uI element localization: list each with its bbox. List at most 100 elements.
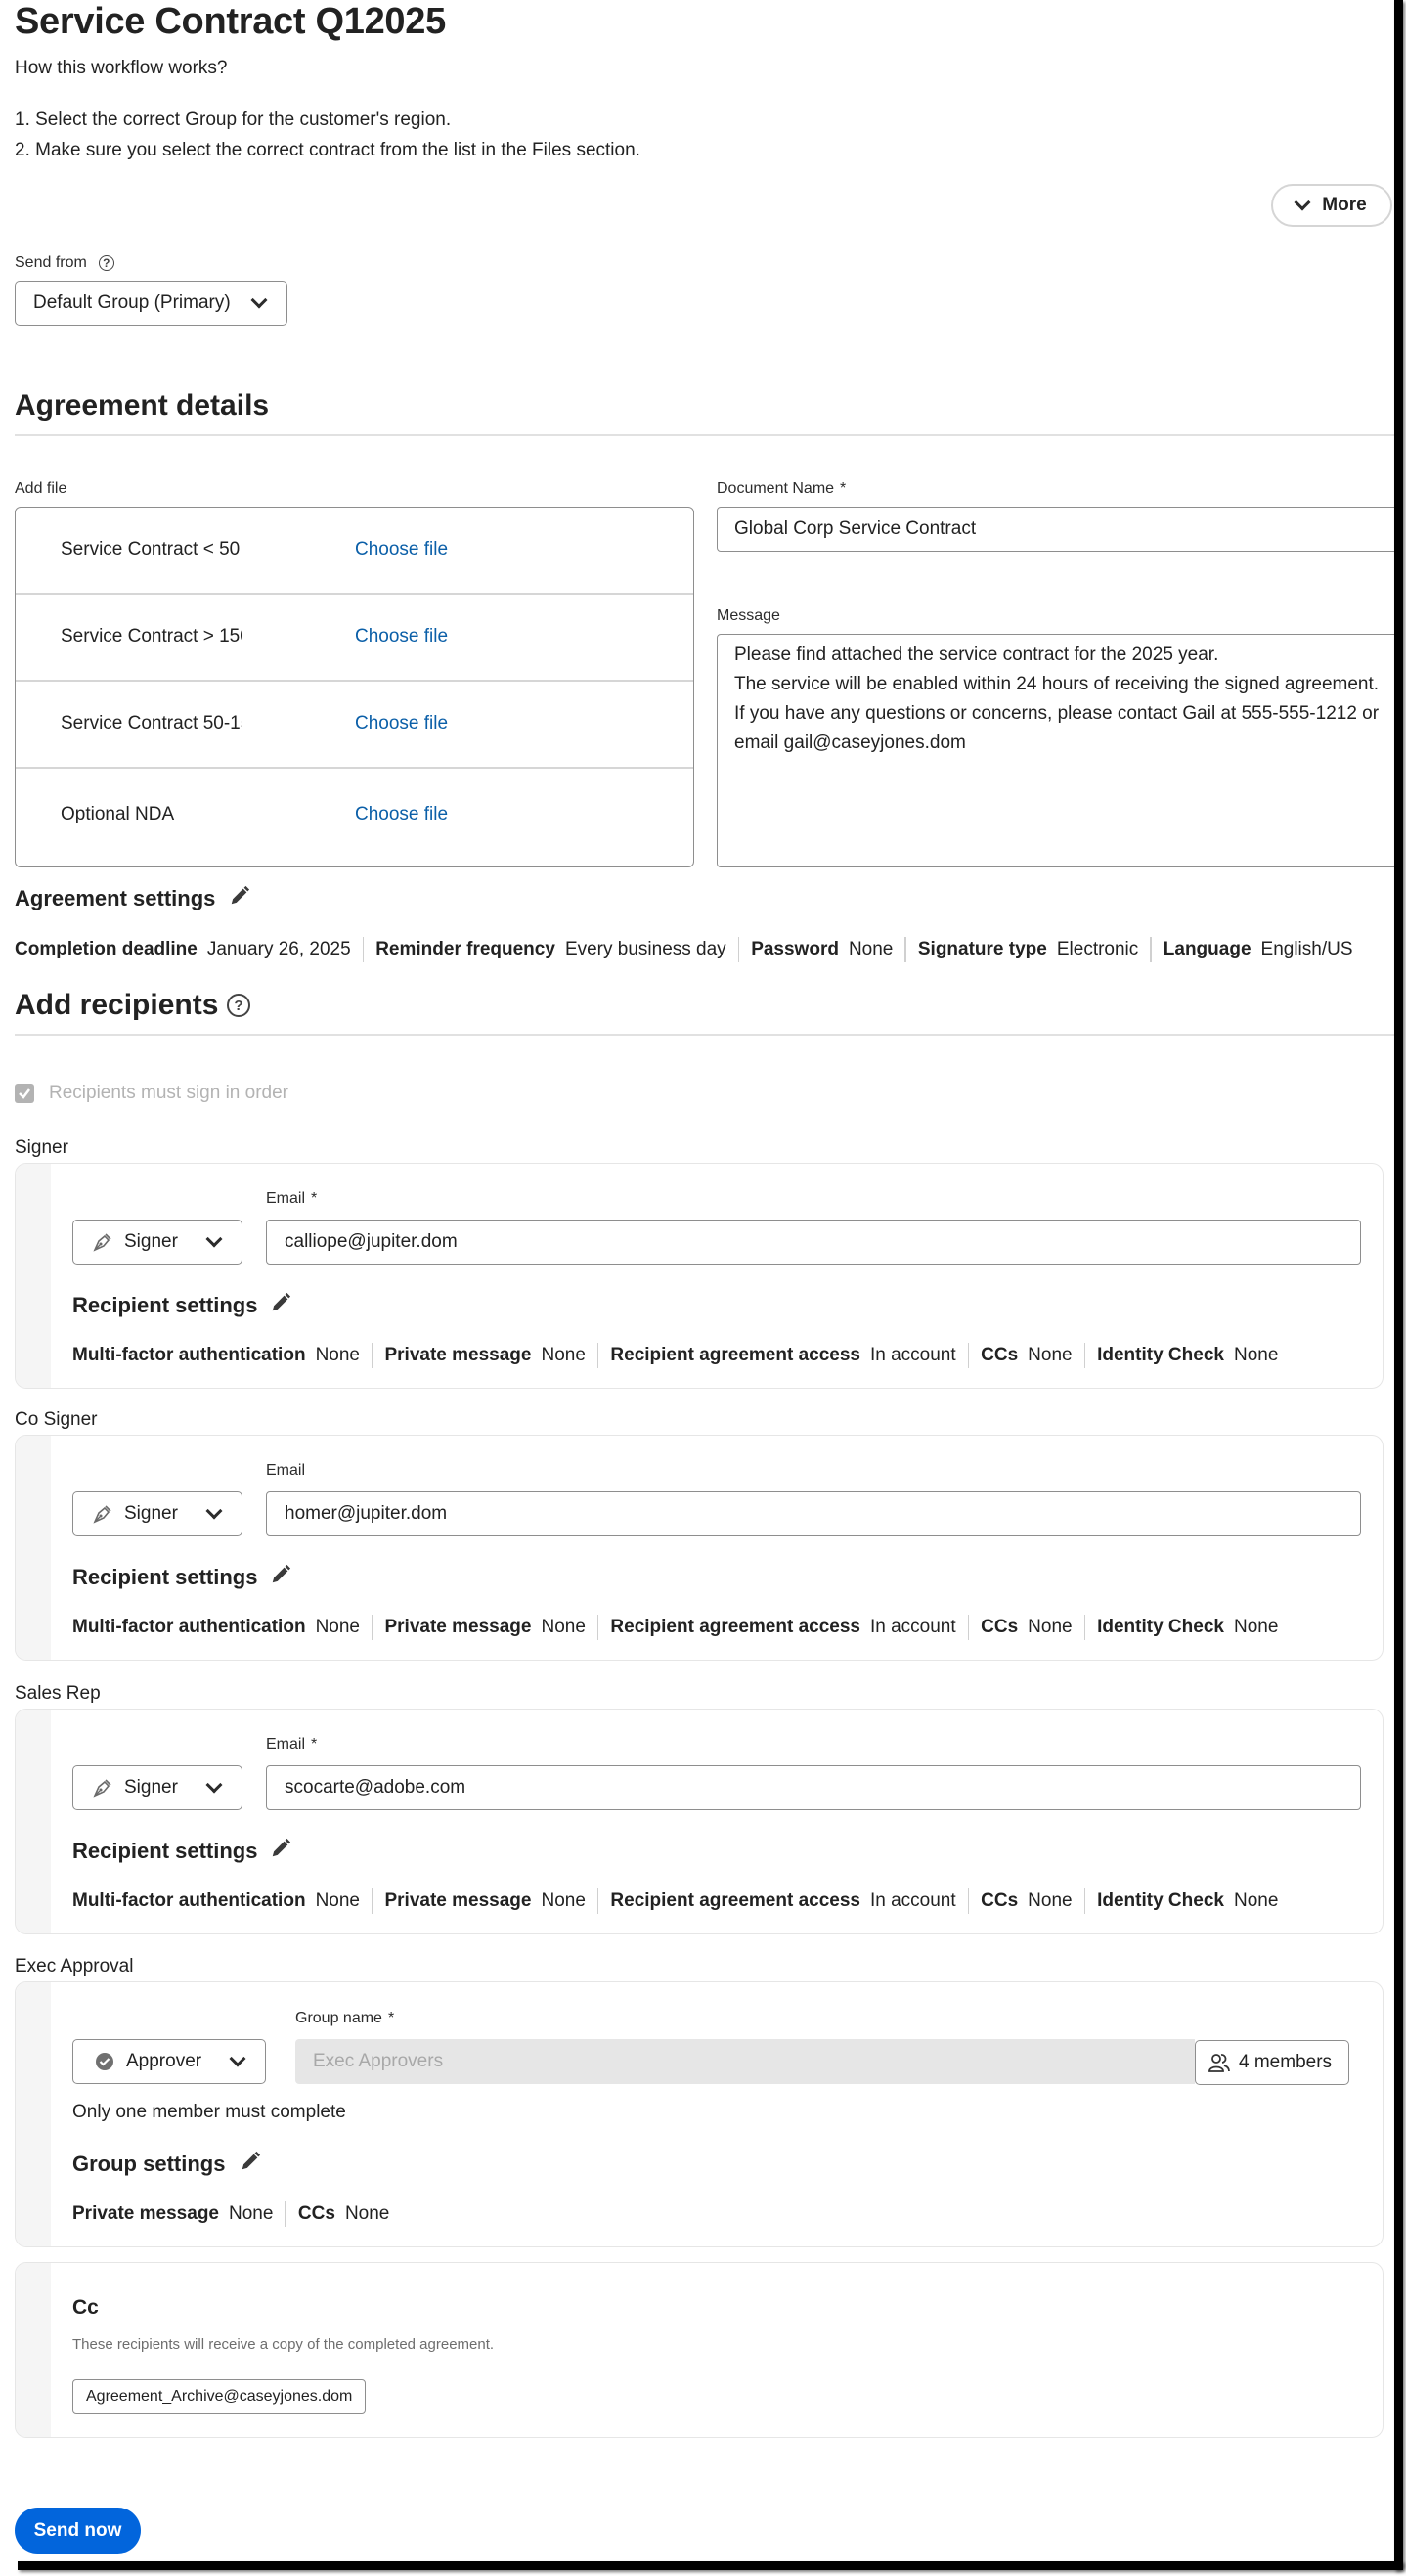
section-divider <box>15 1034 1394 1036</box>
setting-key: CCs <box>981 1617 1019 1637</box>
file-list: Service Contract < 50 Choose file Servic… <box>15 507 694 867</box>
setting-value: None <box>315 1890 360 1911</box>
choose-file-link[interactable]: Choose file <box>355 713 448 734</box>
setting-key: Language <box>1163 939 1252 959</box>
setting-value: None <box>1233 1890 1279 1911</box>
email-input[interactable]: scocarte@adobe.com <box>266 1765 1361 1810</box>
divider <box>371 1615 373 1640</box>
send-from-label-row: Send from ? <box>15 253 114 273</box>
divider <box>596 1343 599 1368</box>
divider <box>371 1343 373 1368</box>
recipient-settings-heading: Recipient settings <box>72 1293 258 1317</box>
setting-key: Completion deadline <box>15 939 198 959</box>
role-dropdown[interactable]: Approver <box>72 2039 266 2084</box>
card-strip <box>16 2263 51 2437</box>
window-frame-edge <box>18 2561 1403 2570</box>
edit-pencil-icon[interactable] <box>240 2151 261 2172</box>
card-strip <box>16 1436 51 1660</box>
role-dropdown[interactable]: Signer <box>72 1491 242 1536</box>
setting-key: CCs <box>981 1345 1019 1365</box>
group-name-label-text: Group name <box>295 2010 382 2026</box>
group-settings-heading: Group settings <box>72 2152 226 2176</box>
cc-card: Cc These recipients will receive a copy … <box>15 2262 1384 2438</box>
email-input[interactable]: homer@jupiter.dom <box>266 1491 1361 1536</box>
chevron-down-icon <box>1294 194 1311 211</box>
edit-pencil-icon[interactable] <box>270 1838 291 1859</box>
file-row: Service Contract < 50 Choose file <box>16 508 693 595</box>
checkmark-icon <box>19 1088 30 1099</box>
send-now-button[interactable]: Send now <box>15 2508 141 2554</box>
setting-value: None <box>315 1345 360 1365</box>
divider <box>967 1888 970 1914</box>
setting-key: Private message <box>384 1345 532 1365</box>
document-name-input[interactable]: Global Corp Service Contract <box>717 507 1401 552</box>
setting-value: In account <box>869 1890 956 1911</box>
setting-key: Reminder frequency <box>375 939 555 959</box>
window-frame-edge <box>1394 0 1403 2570</box>
message-line: The service will be enabled within 24 ho… <box>734 674 1380 694</box>
group-name-input[interactable]: Exec Approvers <box>295 2039 1195 2084</box>
more-button[interactable]: More <box>1271 184 1392 227</box>
agreement-settings-row: Completion deadline January 26, 2025 Remi… <box>15 937 1365 962</box>
document-name-label-text: Document Name <box>717 480 835 497</box>
cc-description: These recipients will receive a copy of … <box>72 2336 495 2353</box>
email-input[interactable]: calliope@jupiter.dom <box>266 1220 1361 1265</box>
divider <box>904 937 906 962</box>
setting-key: Identity Check <box>1097 1890 1224 1911</box>
choose-file-link[interactable]: Choose file <box>355 626 448 647</box>
completion-note: Only one member must complete <box>72 2102 346 2122</box>
cc-email: Agreement_Archive@caseyjones.dom <box>86 2387 353 2405</box>
signer-pen-icon <box>93 1779 111 1798</box>
recipient-settings-row: Multi-factor authentication None Private m… <box>72 1615 1290 1640</box>
setting-value: None <box>1233 1345 1279 1365</box>
sign-in-order-checkbox[interactable] <box>15 1084 34 1103</box>
agreement-settings-heading: Agreement settings <box>15 886 216 910</box>
edit-pencil-icon[interactable] <box>270 1292 291 1313</box>
message-textarea[interactable]: Please find attached the service contrac… <box>717 634 1401 867</box>
group-settings-row: Private message None CCs None <box>72 2201 401 2227</box>
setting-key: Recipient agreement access <box>610 1890 860 1911</box>
role-dropdown[interactable]: Signer <box>72 1765 242 1810</box>
add-file-label: Add file <box>15 480 67 497</box>
setting-key: CCs <box>297 2203 335 2224</box>
approver-check-icon <box>96 2053 113 2070</box>
help-icon[interactable]: ? <box>98 255 114 271</box>
divider <box>1083 1615 1086 1640</box>
send-from-label: Send from <box>15 254 87 271</box>
edit-pencil-icon[interactable] <box>229 885 250 907</box>
group-name-placeholder: Exec Approvers <box>313 2051 444 2071</box>
divider <box>596 1888 599 1914</box>
chevron-down-icon <box>205 1776 223 1794</box>
edit-pencil-icon[interactable] <box>270 1564 291 1585</box>
file-row: Optional NDA Choose file <box>16 769 693 866</box>
divider <box>967 1615 970 1640</box>
email-value: scocarte@adobe.com <box>285 1777 466 1798</box>
recipient-group-label: Exec Approval <box>15 1956 134 1976</box>
more-button-label: More <box>1322 195 1367 215</box>
send-from-dropdown[interactable]: Default Group (Primary) <box>15 281 287 326</box>
email-label-text: Email <box>266 1736 306 1753</box>
recipient-card: Signer Email homer@jupiter.dom Recipient se… <box>15 1435 1384 1661</box>
choose-file-link[interactable]: Choose file <box>355 539 448 560</box>
cc-email-chip[interactable]: Agreement_Archive@caseyjones.dom <box>72 2379 367 2414</box>
setting-value: Every business day <box>564 939 726 959</box>
role-dropdown[interactable]: Signer <box>72 1220 242 1265</box>
setting-key: Identity Check <box>1097 1617 1224 1637</box>
setting-key: Password <box>751 939 839 959</box>
message-label: Message <box>717 607 780 624</box>
setting-key: Recipient agreement access <box>610 1345 860 1365</box>
role-value: Signer <box>124 1777 178 1798</box>
choose-file-link[interactable]: Choose file <box>355 804 448 825</box>
instruction-line: 2. Make sure you select the correct cont… <box>15 140 640 160</box>
approver-card: Approver Group name * Exec Approvers 4 me… <box>15 1981 1384 2247</box>
message-line: email gail@caseyjones.dom <box>734 733 966 753</box>
role-value: Signer <box>124 1231 178 1252</box>
help-icon[interactable]: ? <box>227 994 250 1017</box>
members-button[interactable]: 4 members <box>1195 2040 1349 2085</box>
required-mark: * <box>311 1736 318 1753</box>
file-name: Service Contract > 150 <box>61 626 242 646</box>
setting-key: Multi-factor authentication <box>72 1890 306 1911</box>
recipient-settings-row: Multi-factor authentication None Private m… <box>72 1888 1290 1914</box>
users-icon <box>1208 2054 1230 2072</box>
required-mark: * <box>311 1190 318 1207</box>
